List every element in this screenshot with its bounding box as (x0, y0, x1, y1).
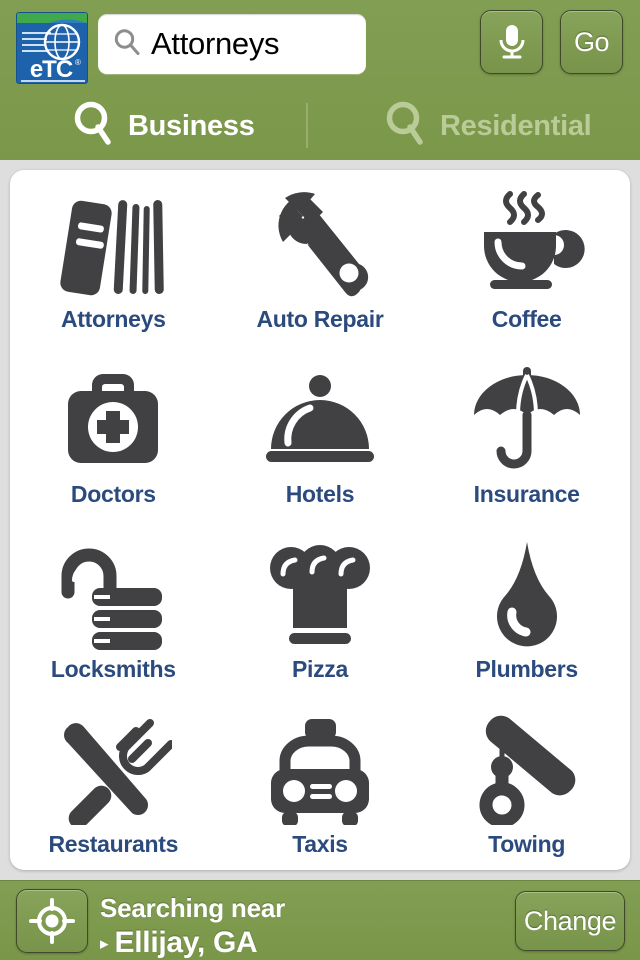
app-logo: eTC ® (16, 12, 88, 84)
category-label: Pizza (291, 656, 348, 682)
category-label: Doctors (70, 481, 156, 507)
category-attorneys[interactable]: Attorneys (10, 170, 217, 345)
search-input[interactable] (151, 26, 341, 62)
crosshair-target-icon (29, 898, 75, 944)
category-label: Locksmiths (50, 656, 176, 682)
category-label: Insurance (473, 481, 580, 507)
category-towing[interactable]: Towing (423, 695, 630, 870)
water-drop-icon (462, 532, 592, 650)
category-hotels[interactable]: Hotels (217, 345, 424, 520)
tab-residential-label: Residential (440, 109, 592, 142)
category-doctors[interactable]: Doctors (10, 345, 217, 520)
location-footer: Searching near ▸ Ellijay, GA Change (0, 880, 640, 960)
knife-fork-icon (48, 707, 178, 825)
medical-bag-icon (48, 357, 178, 475)
tab-divider (306, 103, 308, 148)
category-label: Plumbers (475, 656, 578, 682)
search-icon (384, 99, 426, 154)
go-button-label: Go (573, 26, 610, 57)
category-label: Restaurants (48, 831, 179, 857)
search-bar[interactable] (98, 14, 366, 74)
category-pizza[interactable]: Pizza (217, 520, 424, 695)
category-restaurants[interactable]: Restaurants (10, 695, 217, 870)
tab-business[interactable]: Business (72, 92, 255, 160)
go-button[interactable]: Go (560, 10, 623, 74)
tab-residential[interactable]: Residential (384, 92, 592, 160)
umbrella-icon (462, 357, 592, 475)
search-type-tabs: Business Residential (0, 92, 640, 160)
chef-hat-icon (255, 532, 385, 650)
search-icon (112, 27, 142, 62)
category-label: Taxis (292, 831, 348, 857)
taxi-icon (255, 707, 385, 825)
locate-me-button[interactable] (16, 889, 88, 953)
law-books-icon (48, 182, 178, 300)
current-location: Ellijay, GA (114, 926, 258, 959)
searching-near-label: Searching near (100, 893, 286, 923)
svg-text:®: ® (75, 58, 81, 67)
tab-business-label: Business (128, 109, 255, 142)
category-taxis[interactable]: Taxis (217, 695, 424, 870)
category-auto-repair[interactable]: Auto Repair (217, 170, 424, 345)
category-label: Hotels (285, 481, 355, 507)
change-location-button[interactable]: Change (515, 891, 625, 951)
voice-search-button[interactable] (480, 10, 543, 74)
category-label: Towing (488, 831, 566, 857)
food-cloche-icon (255, 357, 385, 475)
category-card: Attorneys Auto Repair Coffee Doctors Hot… (10, 170, 630, 870)
searching-near-block[interactable]: Searching near ▸ Ellijay, GA (100, 893, 285, 960)
category-plumbers[interactable]: Plumbers (423, 520, 630, 695)
app-header: eTC ® Go (0, 0, 640, 160)
tow-hook-icon (462, 707, 592, 825)
search-icon (72, 99, 114, 154)
category-locksmiths[interactable]: Locksmiths (10, 520, 217, 695)
category-grid: Attorneys Auto Repair Coffee Doctors Hot… (10, 170, 630, 870)
category-label: Attorneys (61, 306, 166, 332)
category-insurance[interactable]: Insurance (423, 345, 630, 520)
change-button-label: Change (523, 905, 617, 936)
svg-text:eTC: eTC (30, 56, 73, 83)
wrench-icon (255, 182, 385, 300)
globe-logo-icon: eTC ® (17, 13, 87, 83)
open-padlock-icon (48, 532, 178, 650)
category-coffee[interactable]: Coffee (423, 170, 630, 345)
microphone-icon (499, 25, 524, 59)
disclosure-arrow-icon: ▸ (100, 933, 109, 953)
category-label: Coffee (491, 306, 562, 332)
coffee-cup-icon (462, 182, 592, 300)
category-label: Auto Repair (256, 306, 384, 332)
